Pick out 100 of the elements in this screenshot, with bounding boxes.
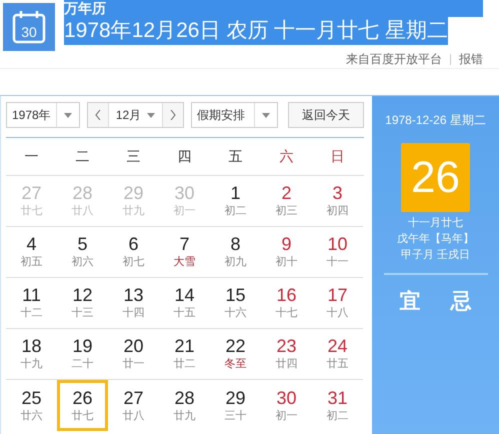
day-number: 19 xyxy=(72,336,93,357)
day-number: 30 xyxy=(276,388,297,408)
weekday-label: 一 xyxy=(24,148,38,166)
day-cell[interactable]: 9 初十 xyxy=(261,227,312,278)
day-cell[interactable]: 4 初五 xyxy=(6,227,57,278)
day-number: 27 xyxy=(21,183,42,204)
lunar-date: 初一 xyxy=(174,204,196,219)
lunar-date: 廿八 xyxy=(72,204,94,219)
day-cell[interactable]: 5 初六 xyxy=(57,227,108,278)
lunar-date: 大雪 xyxy=(174,255,196,270)
lunar-date: 初九 xyxy=(224,255,246,270)
day-cell[interactable]: 23 廿四 xyxy=(261,329,312,380)
lunar-date: 二十 xyxy=(72,357,94,372)
holiday-dropdown[interactable]: 假期安排 xyxy=(191,102,278,128)
lunar-date: 廿二 xyxy=(174,357,196,372)
day-cell[interactable]: 2 初三 xyxy=(261,176,312,227)
bad-label: 忌 xyxy=(450,289,472,315)
day-number: 21 xyxy=(174,336,195,357)
lunar-date: 三十 xyxy=(224,408,246,424)
lunar-date: 十八 xyxy=(326,306,348,321)
day-cell[interactable]: 8 初九 xyxy=(210,227,261,278)
weekday-label: 三 xyxy=(126,148,140,166)
lunar-date: 初二 xyxy=(326,408,348,424)
day-number: 2 xyxy=(281,183,292,204)
today-button[interactable]: 返回今天 xyxy=(288,102,364,128)
day-number: 24 xyxy=(327,336,348,357)
day-cell[interactable]: 27 廿八 xyxy=(108,380,159,431)
day-number: 29 xyxy=(123,183,144,204)
day-cell[interactable]: 31 初二 xyxy=(312,380,363,431)
day-cell[interactable]: 21 廿二 xyxy=(159,329,210,380)
day-cell[interactable]: 11 十二 xyxy=(6,278,57,329)
day-cell[interactable]: 7 大雪 xyxy=(159,227,210,278)
day-number: 15 xyxy=(225,285,246,306)
weekday-label: 日 xyxy=(330,148,344,166)
day-number: 10 xyxy=(327,234,348,255)
day-number-tile: 26 xyxy=(401,143,470,212)
app-title: 万年历 xyxy=(64,0,483,17)
day-cell[interactable]: 20 廿一 xyxy=(108,329,159,380)
day-cell[interactable]: 28 廿九 xyxy=(159,380,210,431)
day-number: 29 xyxy=(225,388,246,408)
day-cell[interactable]: 13 十四 xyxy=(108,278,159,329)
day-number: 13 xyxy=(123,285,144,306)
day-cell[interactable]: 18 十九 xyxy=(6,329,57,380)
lunar-date: 廿九 xyxy=(122,204,144,219)
lunar-date: 初六 xyxy=(72,255,94,270)
day-cell[interactable]: 19 二十 xyxy=(57,329,108,380)
lunar-date: 廿四 xyxy=(276,357,298,372)
day-cell[interactable]: 6 初七 xyxy=(108,227,159,278)
lunar-date: 十六 xyxy=(224,306,246,321)
day-cell[interactable]: 29 三十 xyxy=(210,380,261,431)
day-number: 4 xyxy=(26,234,36,255)
day-number: 25 xyxy=(21,388,42,408)
day-cell[interactable]: 10 十一 xyxy=(312,227,363,278)
day-cell[interactable]: 14 十五 xyxy=(159,278,210,329)
weekday-label: 五 xyxy=(228,148,242,166)
day-number: 17 xyxy=(327,285,348,306)
day-cell[interactable]: 3 初四 xyxy=(312,176,363,227)
day-cell[interactable]: 1 初二 xyxy=(210,176,261,227)
day-number: 9 xyxy=(281,234,292,255)
lunar-date: 廿九 xyxy=(174,408,196,424)
day-cell[interactable]: 17 十八 xyxy=(312,278,363,329)
day-number: 23 xyxy=(276,336,297,357)
day-number: 20 xyxy=(123,336,144,357)
lunar-date: 初五 xyxy=(20,255,42,270)
source-text: 来自百度开放平台 xyxy=(346,51,442,68)
lunar-date: 十三 xyxy=(72,306,94,321)
lunar-date: 廿一 xyxy=(122,357,144,372)
day-cell[interactable]: 25 廿六 xyxy=(6,380,57,431)
lunar-date: 初十 xyxy=(276,255,298,270)
lunar-date: 廿六 xyxy=(20,408,42,424)
lunar-date: 廿七 xyxy=(72,408,94,424)
lunar-date: 廿八 xyxy=(122,408,144,424)
day-cell[interactable]: 16 十七 xyxy=(261,278,312,329)
day-cell[interactable]: 26 廿七 xyxy=(57,380,108,431)
weekday-label: 二 xyxy=(76,148,90,166)
day-number: 28 xyxy=(174,388,195,408)
day-number: 18 xyxy=(21,336,42,357)
day-number: 11 xyxy=(22,285,41,306)
lunar-date: 十四 xyxy=(122,306,144,321)
selected-date: 1978-12-26 星期二 xyxy=(385,112,486,129)
day-cell[interactable]: 22 冬至 xyxy=(210,329,261,380)
day-cell[interactable]: 12 十三 xyxy=(57,278,108,329)
lunar-date: 初一 xyxy=(276,408,298,424)
day-cell[interactable]: 15 十六 xyxy=(210,278,261,329)
report-link[interactable]: 报错 xyxy=(459,51,483,68)
day-cell[interactable]: 30 初一 xyxy=(261,380,312,431)
month-label: 12月 xyxy=(116,106,142,124)
day-number: 5 xyxy=(77,234,88,255)
lunar-date: 十二 xyxy=(20,306,42,321)
good-label: 宜 xyxy=(400,288,420,315)
year-dropdown[interactable]: 1978年 xyxy=(6,102,80,128)
lunar-date: 十一 xyxy=(326,255,348,270)
day-number: 7 xyxy=(179,234,190,255)
day-number: 8 xyxy=(230,234,240,255)
day-number: 16 xyxy=(276,285,297,306)
day-number: 1 xyxy=(230,183,240,204)
day-cell[interactable]: 24 廿五 xyxy=(312,329,363,380)
lunar-date: 十七 xyxy=(276,306,298,321)
lunar-date: 廿七 xyxy=(20,204,42,219)
lunar-date: 冬至 xyxy=(224,357,246,372)
